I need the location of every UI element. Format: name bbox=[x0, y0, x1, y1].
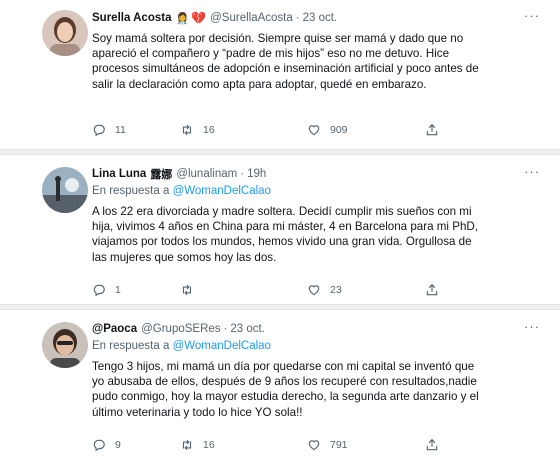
profession-emoji: 👩‍⚕️ bbox=[175, 12, 190, 25]
like-icon bbox=[308, 440, 320, 451]
broken-heart-emoji: 💔 bbox=[191, 11, 207, 25]
like-button[interactable]: 909 bbox=[307, 121, 348, 139]
user-handle[interactable]: @lunalinam bbox=[176, 168, 237, 180]
timestamp[interactable]: 23 oct. bbox=[230, 323, 265, 335]
like-count: 909 bbox=[330, 124, 348, 136]
retweet-icon bbox=[182, 439, 192, 451]
retweet-button[interactable] bbox=[180, 281, 203, 299]
like-button[interactable]: 791 bbox=[307, 436, 348, 454]
retweet-icon bbox=[182, 124, 192, 136]
reply-icon bbox=[93, 439, 105, 452]
more-icon[interactable]: ··· bbox=[524, 8, 540, 23]
separator-dot: · bbox=[240, 168, 245, 180]
action-bar: 11 16 909 bbox=[92, 121, 452, 139]
display-name[interactable]: Lina Luna bbox=[92, 168, 146, 180]
reply-button[interactable]: 11 bbox=[92, 121, 126, 139]
reply-count: 1 bbox=[115, 284, 121, 296]
share-button[interactable] bbox=[425, 436, 439, 454]
avatar[interactable] bbox=[42, 10, 88, 56]
user-handle[interactable]: @GrupoSERes bbox=[141, 323, 220, 335]
display-name[interactable]: Surella Acosta bbox=[92, 12, 171, 24]
share-icon bbox=[426, 123, 438, 136]
reply-prefix: En respuesta a bbox=[92, 185, 170, 197]
more-icon[interactable]: ··· bbox=[524, 319, 540, 334]
retweet-button[interactable]: 16 bbox=[180, 436, 215, 454]
like-icon bbox=[308, 285, 320, 296]
tweet[interactable]: Surella Acosta 👩‍⚕️ 💔 @SurellaAcosta · 2… bbox=[0, 0, 560, 150]
tweet-text: A los 22 era divorciada y madre soltera.… bbox=[92, 205, 479, 264]
action-bar: 1 23 bbox=[92, 281, 452, 299]
like-icon bbox=[308, 125, 320, 136]
action-bar: 9 16 791 bbox=[92, 436, 452, 454]
separator-dot: · bbox=[295, 12, 300, 24]
reply-button[interactable]: 9 bbox=[92, 436, 121, 454]
separator-dot: · bbox=[223, 323, 228, 335]
reply-context: En respuesta a @WomanDelCalao bbox=[92, 340, 516, 355]
like-count: 23 bbox=[330, 284, 342, 296]
timestamp[interactable]: 19h bbox=[247, 168, 266, 180]
reply-button[interactable]: 1 bbox=[92, 281, 121, 299]
reply-prefix: En respuesta a bbox=[92, 340, 170, 352]
like-count: 791 bbox=[330, 439, 348, 451]
reply-mention-link[interactable]: @WomanDelCalao bbox=[173, 340, 271, 352]
user-handle[interactable]: @SurellaAcosta bbox=[210, 12, 293, 24]
reply-mention-link[interactable]: @WomanDelCalao bbox=[173, 185, 271, 197]
timestamp[interactable]: 23 oct. bbox=[303, 12, 338, 24]
retweet-icon bbox=[182, 284, 192, 296]
display-name[interactable]: @Paoca bbox=[92, 323, 137, 335]
share-icon bbox=[426, 438, 438, 451]
tweet[interactable]: Lina Luna 露娜 @lunalinam · 19h ··· En res… bbox=[0, 155, 560, 305]
retweet-count: 16 bbox=[203, 124, 215, 136]
like-button[interactable]: 23 bbox=[307, 281, 342, 299]
reply-count: 9 bbox=[115, 439, 121, 451]
more-icon[interactable]: ··· bbox=[524, 164, 540, 179]
tweet[interactable]: @Paoca @GrupoSERes · 23 oct. ··· En resp… bbox=[0, 310, 560, 458]
reply-icon bbox=[93, 124, 105, 137]
avatar[interactable] bbox=[42, 322, 88, 368]
share-button[interactable] bbox=[425, 281, 439, 299]
tweet-text: Tengo 3 hijos, mi mamá un día por quedar… bbox=[92, 360, 479, 419]
retweet-count: 16 bbox=[203, 439, 215, 451]
share-icon bbox=[426, 283, 438, 296]
reply-icon bbox=[93, 284, 105, 297]
reply-count: 11 bbox=[115, 124, 126, 136]
retweet-button[interactable]: 16 bbox=[180, 121, 215, 139]
display-name-suffix: 露娜 bbox=[150, 169, 173, 181]
avatar[interactable] bbox=[42, 167, 88, 213]
share-button[interactable] bbox=[425, 121, 439, 139]
reply-context: En respuesta a @WomanDelCalao bbox=[92, 185, 516, 200]
tweet-text: Soy mamá soltera por decisión. Siempre q… bbox=[92, 32, 479, 91]
